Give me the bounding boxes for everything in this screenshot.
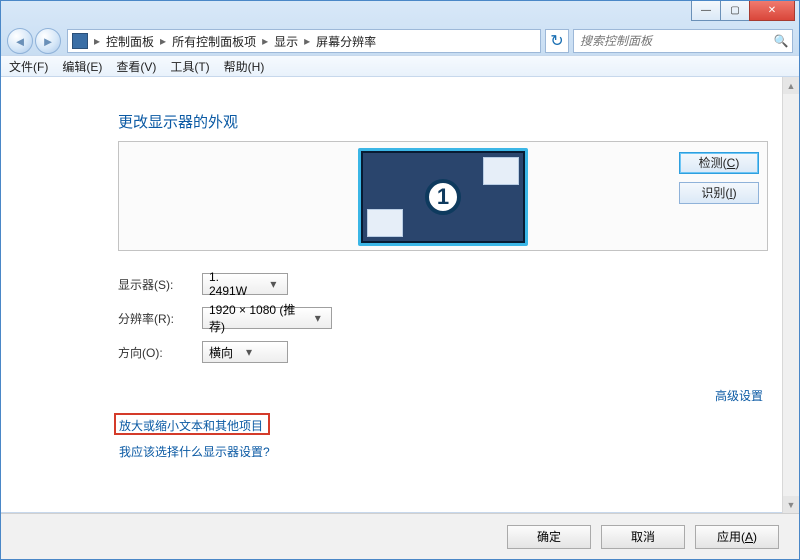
scale-text-link[interactable]: 放大或缩小文本和其他项目 [119, 417, 263, 434]
monitor-value: 1. 2491W [209, 270, 258, 298]
resolution-dropdown[interactable]: 1920 × 1080 (推荐) ▾ [202, 307, 332, 329]
control-panel-icon [72, 33, 88, 49]
breadcrumb-item[interactable]: 屏幕分辨率 [316, 33, 376, 50]
menu-tools[interactable]: 工具(T) [170, 58, 209, 75]
monitor-dropdown[interactable]: 1. 2491W ▾ [202, 273, 288, 295]
nav-forward-button[interactable]: ► [35, 28, 61, 54]
breadcrumb-item[interactable]: 显示 [274, 33, 298, 50]
arrow-left-icon: ◄ [14, 34, 27, 49]
minimize-button[interactable]: — [691, 1, 721, 21]
refresh-button[interactable]: ↻ [545, 29, 569, 53]
orientation-row: 方向(O): 横向 ▾ [118, 341, 288, 363]
identify-button[interactable]: 识别(I) [679, 182, 759, 204]
orientation-dropdown[interactable]: 横向 ▾ [202, 341, 288, 363]
scroll-track[interactable] [783, 94, 799, 496]
menu-help[interactable]: 帮助(H) [224, 58, 265, 75]
monitor-label: 显示器(S): [118, 276, 202, 293]
apply-button[interactable]: 应用(A) [695, 525, 779, 549]
minimize-icon: — [701, 5, 711, 16]
maximize-button[interactable]: ▢ [720, 1, 750, 21]
chevron-down-icon: ▾ [266, 277, 281, 291]
menu-file[interactable]: 文件(F) [9, 58, 48, 75]
scroll-down-icon[interactable]: ▼ [783, 496, 799, 513]
ok-button[interactable]: 确定 [507, 525, 591, 549]
menubar: 文件(F) 编辑(E) 查看(V) 工具(T) 帮助(H) [1, 55, 799, 77]
monitor-row: 显示器(S): 1. 2491W ▾ [118, 273, 288, 295]
chevron-right-icon: ▸ [258, 34, 272, 48]
content-area: 更改显示器的外观 1 检测(C) 识别(I) 显示器(S): 1. 2491W … [1, 77, 799, 513]
page-title: 更改显示器的外观 [118, 111, 238, 132]
chevron-right-icon: ▸ [90, 34, 104, 48]
close-button[interactable]: ✕ [749, 1, 795, 21]
breadcrumb[interactable]: ▸ 控制面板 ▸ 所有控制面板项 ▸ 显示 ▸ 屏幕分辨率 [67, 29, 541, 53]
chevron-down-icon: ▾ [241, 345, 257, 359]
resolution-row: 分辨率(R): 1920 × 1080 (推荐) ▾ [118, 307, 332, 329]
breadcrumb-item[interactable]: 所有控制面板项 [172, 33, 256, 50]
nav-back-button[interactable]: ◄ [7, 28, 33, 54]
window-thumb-icon [367, 209, 403, 237]
search-box: 🔍 [573, 29, 793, 53]
search-icon[interactable]: 🔍 [770, 34, 792, 48]
window-thumb-icon [483, 157, 519, 185]
maximize-icon: ▢ [730, 5, 739, 16]
breadcrumb-item[interactable]: 控制面板 [106, 33, 154, 50]
orientation-label: 方向(O): [118, 344, 202, 361]
advanced-settings-link[interactable]: 高级设置 [715, 387, 763, 404]
dialog-button-bar: 确定 取消 应用(A) [1, 513, 799, 559]
menu-edit[interactable]: 编辑(E) [62, 58, 102, 75]
monitor-number: 1 [425, 179, 461, 215]
window-frame: — ▢ ✕ ◄ ► ▸ 控制面板 ▸ 所有控制面板项 ▸ 显示 ▸ 屏幕分辨率 … [0, 0, 800, 560]
detect-button[interactable]: 检测(C) [679, 152, 759, 174]
scroll-up-icon[interactable]: ▲ [783, 77, 799, 94]
vertical-scrollbar[interactable]: ▲ ▼ [782, 77, 799, 513]
resolution-value: 1920 × 1080 (推荐) [209, 301, 302, 335]
chevron-right-icon: ▸ [300, 34, 314, 48]
display-preview: 1 检测(C) 识别(I) [118, 141, 768, 251]
close-icon: ✕ [768, 5, 776, 16]
menu-view[interactable]: 查看(V) [116, 58, 156, 75]
cancel-button[interactable]: 取消 [601, 525, 685, 549]
orientation-value: 横向 [209, 344, 233, 361]
chevron-right-icon: ▸ [156, 34, 170, 48]
chevron-down-icon: ▾ [310, 311, 325, 325]
nav-row: ◄ ► ▸ 控制面板 ▸ 所有控制面板项 ▸ 显示 ▸ 屏幕分辨率 ↻ 🔍 [1, 27, 799, 55]
refresh-icon: ↻ [550, 31, 563, 51]
caption-buttons: — ▢ ✕ [692, 1, 795, 21]
resolution-label: 分辨率(R): [118, 310, 202, 327]
monitor-thumbnail[interactable]: 1 [358, 148, 528, 246]
search-input[interactable] [574, 34, 770, 48]
arrow-right-icon: ► [42, 34, 55, 49]
which-display-link[interactable]: 我应该选择什么显示器设置? [119, 443, 270, 460]
